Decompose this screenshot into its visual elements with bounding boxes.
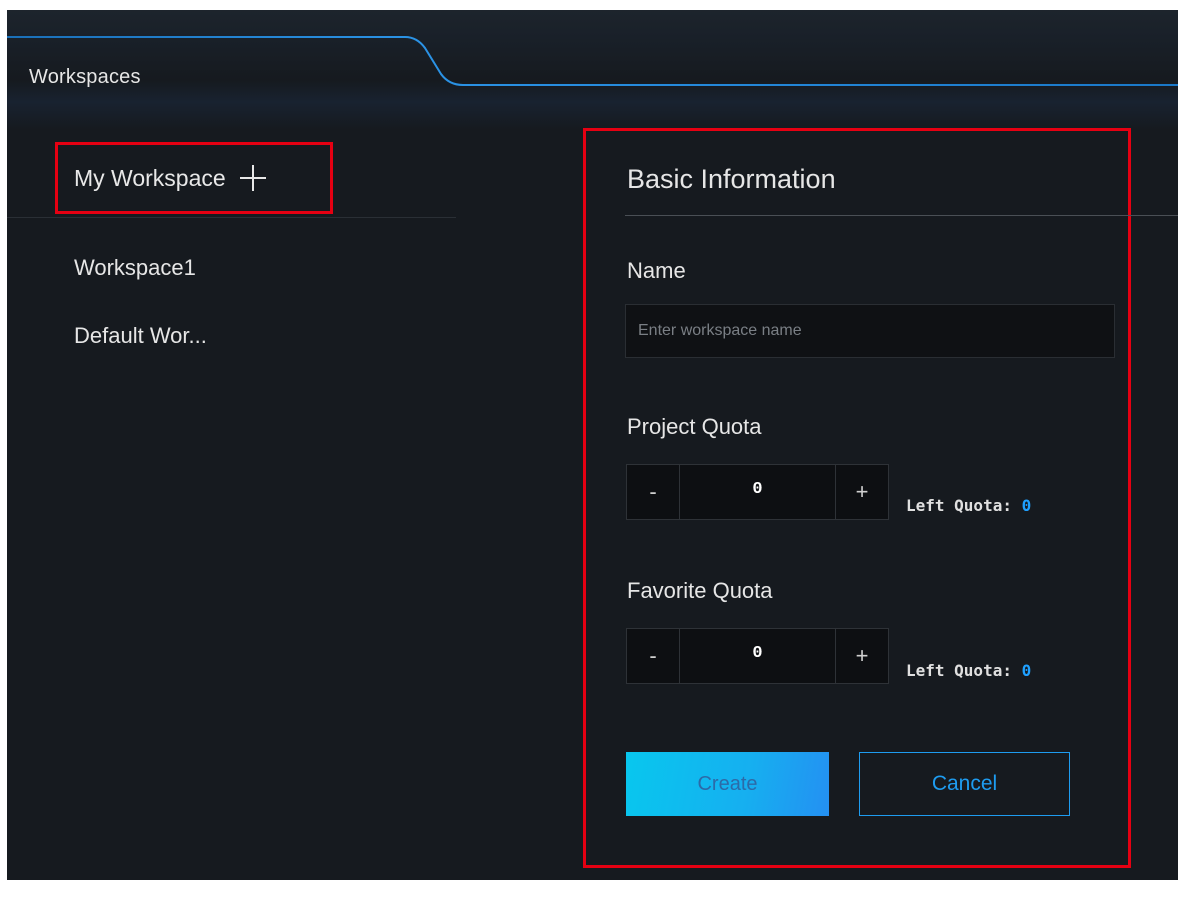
section-title: Basic Information <box>627 164 836 194</box>
my-workspace-header[interactable]: My Workspace <box>55 142 333 214</box>
project-quota-value[interactable]: 0 <box>680 465 835 519</box>
project-quota-decrement-button[interactable]: - <box>627 465 680 519</box>
favorite-quota-stepper: - 0 + <box>626 628 889 684</box>
favorite-quota-label: Favorite Quota <box>627 578 773 603</box>
favorite-quota-increment-button[interactable]: + <box>835 629 888 683</box>
project-left-quota-value: 0 <box>1021 496 1032 515</box>
sidebar-item-default-workspace[interactable]: Default Wor... <box>74 323 207 349</box>
workspaces-window: Workspaces My Workspace Workspace1 Defau… <box>7 10 1178 880</box>
project-quota-stepper: - 0 + <box>626 464 889 520</box>
sidebar-divider <box>7 217 456 218</box>
project-left-quota-label: Left Quota: <box>906 496 1012 515</box>
favorite-quota-value[interactable]: 0 <box>680 629 835 683</box>
project-left-quota: Left Quota: 0 <box>906 496 1031 515</box>
plus-icon[interactable] <box>239 165 266 191</box>
workspace-name-input[interactable] <box>625 304 1115 358</box>
my-workspace-label: My Workspace <box>74 164 226 191</box>
tab-workspaces[interactable]: Workspaces <box>29 66 141 89</box>
project-quota-increment-button[interactable]: + <box>835 465 888 519</box>
tab-outline <box>7 36 1178 86</box>
create-button[interactable]: Create <box>626 752 829 816</box>
tab-bar: Workspaces <box>7 10 1178 130</box>
favorite-left-quota-value: 0 <box>1021 661 1032 680</box>
name-label: Name <box>627 258 686 283</box>
favorite-left-quota-label: Left Quota: <box>906 661 1012 680</box>
cancel-button[interactable]: Cancel <box>859 752 1070 816</box>
project-quota-label: Project Quota <box>627 414 762 439</box>
sidebar-item-workspace1[interactable]: Workspace1 <box>74 255 196 281</box>
section-divider <box>625 215 1178 216</box>
favorite-quota-decrement-button[interactable]: - <box>627 629 680 683</box>
favorite-left-quota: Left Quota: 0 <box>906 661 1031 680</box>
